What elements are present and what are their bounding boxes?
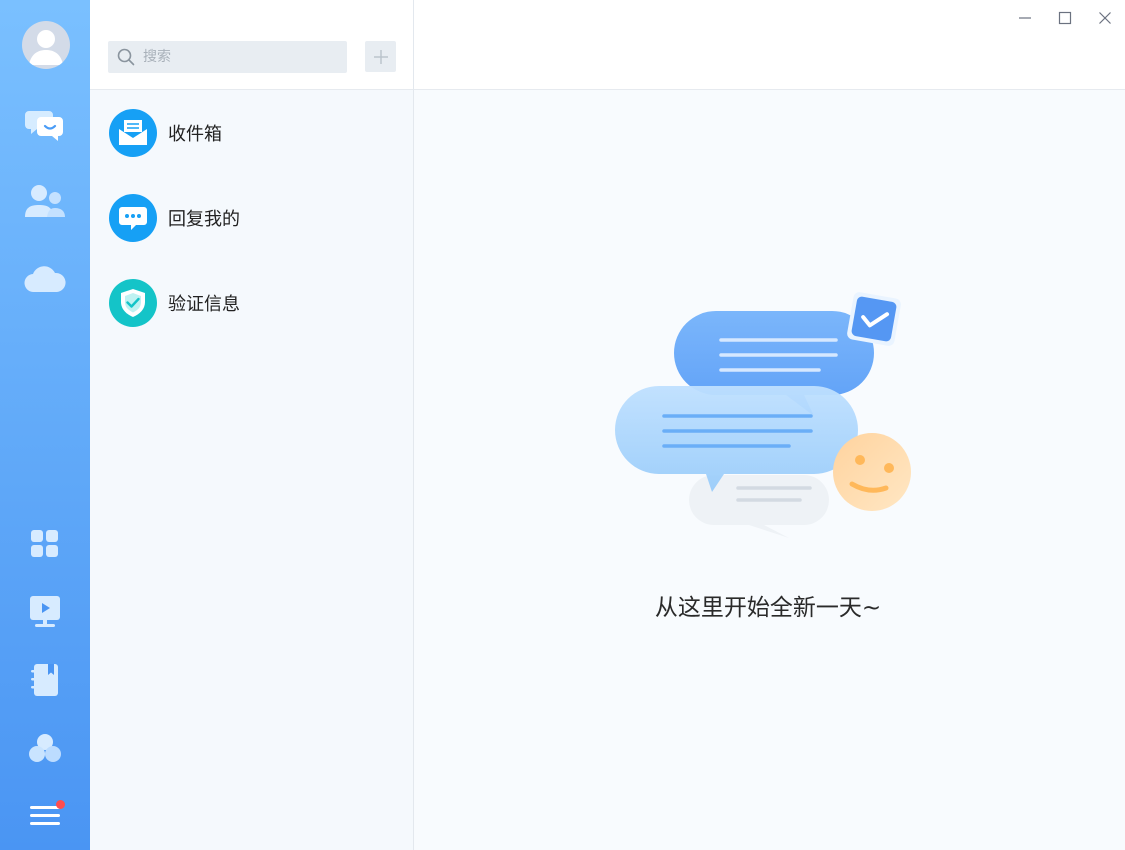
minimize-button[interactable] <box>1013 6 1037 30</box>
main-area: 从这里开始全新一天~ <box>414 0 1125 850</box>
panel-header <box>90 0 413 90</box>
plus-icon <box>373 49 388 64</box>
inbox-icon <box>109 108 157 157</box>
list-item-label: 回复我的 <box>168 208 240 230</box>
search-box[interactable] <box>108 41 347 73</box>
shield-check-icon <box>109 278 157 327</box>
message-list-panel: 收件箱 回复我的 验证信息 <box>90 0 414 850</box>
notification-badge <box>56 800 65 809</box>
list-item-verification[interactable]: 验证信息 <box>90 260 413 345</box>
app-window: 收件箱 回复我的 验证信息 <box>0 0 1125 850</box>
reply-chat-icon <box>109 193 157 242</box>
rail-notebook-button[interactable] <box>0 653 90 707</box>
rail-circles-button[interactable] <box>0 721 90 775</box>
contacts-icon <box>25 185 65 217</box>
empty-state-text: 从这里开始全新一天~ <box>654 595 882 621</box>
rail-messages-button[interactable] <box>0 98 90 152</box>
minimize-icon <box>1019 17 1031 19</box>
video-screen-icon <box>30 596 60 627</box>
search-input[interactable] <box>141 48 335 66</box>
avatar[interactable] <box>22 21 70 69</box>
three-circles-icon <box>29 734 61 762</box>
apps-grid-icon <box>31 530 58 557</box>
empty-state-illustration <box>615 292 911 538</box>
close-icon <box>1099 12 1111 24</box>
title-bar <box>414 0 1125 90</box>
user-avatar-icon <box>29 30 63 65</box>
list-item-label: 验证信息 <box>168 293 240 315</box>
notebook-icon <box>31 664 58 696</box>
chat-bubbles-icon <box>25 111 63 141</box>
rail-contacts-button[interactable] <box>0 175 90 229</box>
close-button[interactable] <box>1093 6 1117 30</box>
list-item-inbox[interactable]: 收件箱 <box>90 90 413 175</box>
maximize-button[interactable] <box>1053 6 1077 30</box>
list-item-label: 收件箱 <box>168 123 222 145</box>
rail-cloud-button[interactable] <box>0 252 90 306</box>
add-button[interactable] <box>365 41 396 72</box>
rail-apps-button[interactable] <box>0 517 90 571</box>
search-icon <box>117 48 135 66</box>
list-item-replies[interactable]: 回复我的 <box>90 175 413 260</box>
left-rail <box>0 0 90 850</box>
cloud-icon <box>24 266 66 293</box>
rail-video-button[interactable] <box>0 585 90 639</box>
rail-menu-button[interactable] <box>0 788 90 842</box>
maximize-icon <box>1058 11 1072 25</box>
